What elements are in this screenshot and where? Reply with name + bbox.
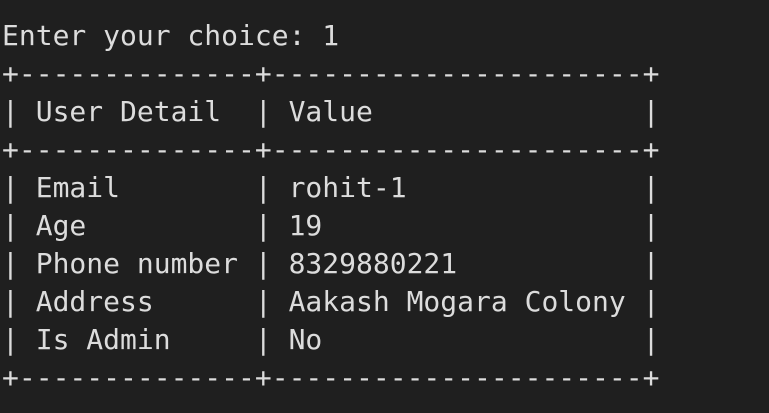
table-row-address: | Address | Aakash Mogara Colony | — [2, 285, 660, 318]
terminal-output: Enter your choice: 1 +--------------+---… — [0, 0, 769, 413]
table-border-mid: +--------------+----------------------+ — [2, 133, 660, 166]
prompt-line: Enter your choice: 1 — [2, 19, 340, 52]
table-header-row: | User Detail | Value | — [2, 95, 660, 128]
table-row-age: | Age | 19 | — [2, 209, 660, 242]
table-row-is-admin: | Is Admin | No | — [2, 323, 660, 356]
table-row-email: | Email | rohit-1 | — [2, 171, 660, 204]
table-row-phone: | Phone number | 8329880221 | — [2, 247, 660, 280]
table-border-bottom: +--------------+----------------------+ — [2, 361, 660, 394]
table-border-top: +--------------+----------------------+ — [2, 57, 660, 90]
